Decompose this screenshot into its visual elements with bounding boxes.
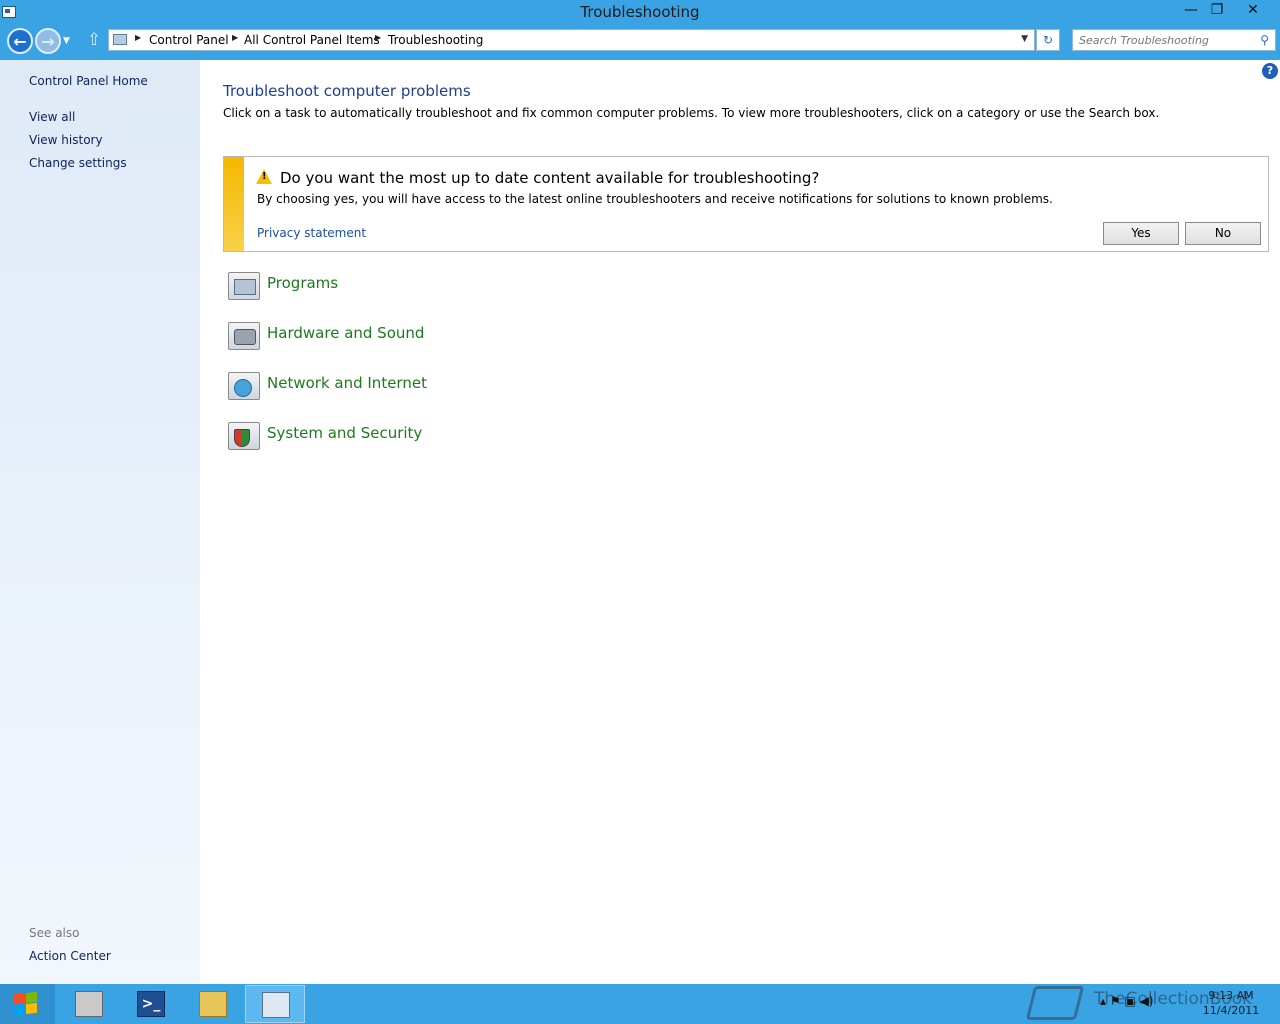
sidebar-control-panel-home[interactable]: Control Panel Home xyxy=(29,74,148,88)
help-icon[interactable]: ? xyxy=(1262,63,1278,79)
page-title: Troubleshoot computer problems xyxy=(223,82,471,100)
taskbar-server-manager[interactable] xyxy=(59,985,119,1023)
system-tray-icons[interactable]: ▴ ⚑ ▣ ◀) xyxy=(1100,994,1153,1008)
forward-button[interactable]: → xyxy=(35,28,61,54)
see-also-label: See also xyxy=(29,926,80,940)
warning-icon xyxy=(256,169,272,184)
sidebar-view-history[interactable]: View history xyxy=(29,133,103,147)
powershell-icon: >_ xyxy=(137,991,165,1017)
no-button[interactable]: No xyxy=(1185,222,1261,245)
sidebar-action-center[interactable]: Action Center xyxy=(29,949,111,963)
search-input[interactable] xyxy=(1073,30,1248,50)
warning-stripe xyxy=(224,157,244,251)
online-content-prompt: Do you want the most up to date content … xyxy=(223,156,1269,252)
category-system-and-security[interactable]: System and Security xyxy=(228,420,628,452)
control-panel-location-icon xyxy=(113,34,127,45)
server-manager-icon xyxy=(75,991,103,1017)
recent-pages-dropdown[interactable]: ▼ xyxy=(63,36,70,46)
breadcrumb-all-items[interactable]: All Control Panel Items xyxy=(244,33,380,47)
book-watermark-icon xyxy=(1025,986,1085,1020)
page-description: Click on a task to automatically trouble… xyxy=(223,106,1160,120)
clock-time: 9:13 AM xyxy=(1208,989,1254,1002)
privacy-statement-link[interactable]: Privacy statement xyxy=(257,226,366,240)
taskbar-control-panel[interactable] xyxy=(245,985,305,1023)
sidebar-view-all[interactable]: View all xyxy=(29,110,75,124)
navigation-bar: ← → ▼ ⇧ ▶ Control Panel ▶ All Control Pa… xyxy=(0,24,1280,60)
address-dropdown-icon[interactable]: ▼ xyxy=(1021,34,1028,44)
hardware-sound-icon[interactable] xyxy=(228,322,260,350)
back-button[interactable]: ← xyxy=(7,28,33,54)
category-label[interactable]: Programs xyxy=(267,274,338,292)
sidebar-change-settings[interactable]: Change settings xyxy=(29,156,127,170)
chevron-right-icon[interactable]: ▶ xyxy=(135,33,141,42)
chevron-right-icon[interactable]: ▶ xyxy=(375,33,381,42)
file-explorer-icon xyxy=(199,991,227,1017)
system-security-icon[interactable] xyxy=(228,422,260,450)
minimize-button[interactable]: — xyxy=(1178,0,1204,20)
prompt-detail: By choosing yes, you will have access to… xyxy=(257,192,1053,206)
refresh-button[interactable]: ↻ xyxy=(1036,29,1060,51)
taskbar: >_ TheCollectionBook ▴ ⚑ ▣ ◀) 9:13 AM 11… xyxy=(0,984,1280,1024)
taskbar-powershell[interactable]: >_ xyxy=(121,985,181,1023)
chevron-right-icon[interactable]: ▶ xyxy=(232,33,238,42)
prompt-question: Do you want the most up to date content … xyxy=(280,169,820,187)
breadcrumb-troubleshooting[interactable]: Troubleshooting xyxy=(388,33,483,47)
clock-date: 11/4/2011 xyxy=(1202,1004,1260,1017)
category-network-and-internet[interactable]: Network and Internet xyxy=(228,370,628,402)
sidebar: Control Panel Home View all View history… xyxy=(0,60,200,984)
main-content: ? Troubleshoot computer problems Click o… xyxy=(200,60,1280,984)
programs-icon[interactable] xyxy=(228,272,260,300)
taskbar-clock[interactable]: 9:13 AM 11/4/2011 xyxy=(1196,988,1266,1018)
address-bar[interactable]: ▶ Control Panel ▶ All Control Panel Item… xyxy=(108,29,1035,51)
category-programs[interactable]: Programs xyxy=(228,270,628,302)
close-button[interactable]: ✕ xyxy=(1230,0,1276,20)
windows-logo-icon xyxy=(14,991,38,1017)
title-bar: Troubleshooting — ❐ ✕ xyxy=(0,0,1280,24)
category-label[interactable]: Hardware and Sound xyxy=(267,324,424,342)
category-label[interactable]: System and Security xyxy=(267,424,422,442)
category-hardware-and-sound[interactable]: Hardware and Sound xyxy=(228,320,628,352)
network-internet-icon[interactable] xyxy=(228,372,260,400)
window-title: Troubleshooting xyxy=(580,3,700,21)
maximize-button[interactable]: ❐ xyxy=(1204,0,1230,20)
start-button[interactable] xyxy=(0,984,55,1024)
control-panel-icon xyxy=(262,992,290,1018)
category-label[interactable]: Network and Internet xyxy=(267,374,427,392)
breadcrumb-control-panel[interactable]: Control Panel xyxy=(149,33,229,47)
search-icon[interactable]: ⚲ xyxy=(1260,33,1269,47)
yes-button[interactable]: Yes xyxy=(1103,222,1179,245)
taskbar-file-explorer[interactable] xyxy=(183,985,243,1023)
search-box[interactable]: ⚲ xyxy=(1072,29,1276,51)
up-button[interactable]: ⇧ xyxy=(87,30,101,50)
